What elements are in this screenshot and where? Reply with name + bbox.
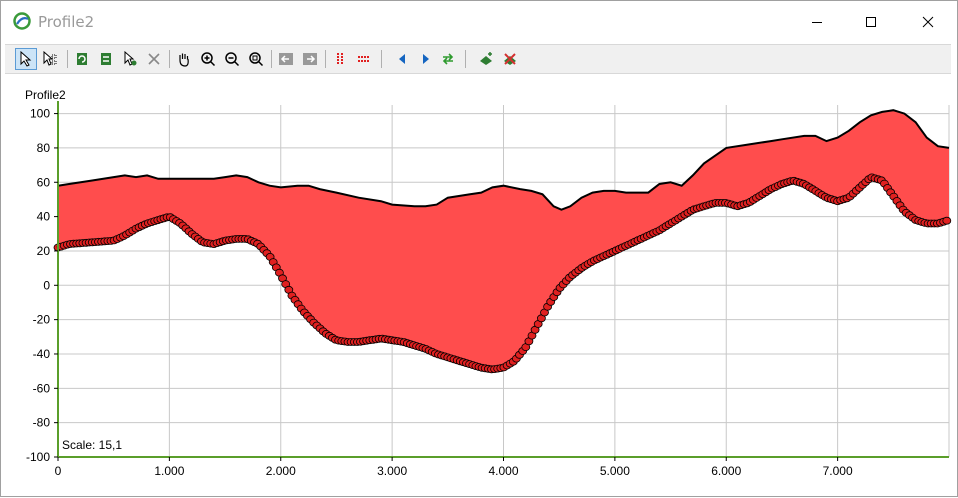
- scale-label: Scale: 15,1: [62, 438, 123, 452]
- y-tick-label: 80: [37, 141, 51, 155]
- profile-window: Profile2 Profile2 0 1.000 2.000 3.000 4.…: [0, 0, 958, 497]
- y-tick-label: 60: [37, 175, 51, 189]
- y-tick-label: 20: [37, 244, 51, 258]
- y-tick-label: 40: [37, 210, 51, 224]
- y-tick-label: -40: [33, 347, 51, 361]
- x-tick-label: 0: [55, 464, 62, 478]
- x-tick-label: 6.000: [711, 464, 741, 478]
- x-tick-label: 3.000: [377, 464, 407, 478]
- y-axis-ticks: -100 -80 -60 -40 -20 0 20 40 60 80 100: [26, 107, 58, 464]
- x-tick-label: 5.000: [600, 464, 630, 478]
- profile-chart[interactable]: 0 1.000 2.000 3.000 4.000 5.000 6.000 7.000 -10…: [1, 1, 958, 498]
- y-tick-label: -80: [33, 416, 51, 430]
- x-tick-label: 7.000: [823, 464, 853, 478]
- y-tick-label: -20: [33, 313, 51, 327]
- y-tick-label: 100: [30, 107, 50, 121]
- x-tick-label: 2.000: [266, 464, 296, 478]
- y-tick-label: 0: [43, 278, 50, 292]
- y-tick-label: -100: [26, 450, 50, 464]
- y-tick-label: -60: [33, 381, 51, 395]
- lower-profile-point: [942, 216, 952, 225]
- x-tick-label: 1.000: [154, 464, 184, 478]
- x-tick-label: 4.000: [488, 464, 518, 478]
- x-axis-ticks: 0 1.000 2.000 3.000 4.000 5.000 6.000 7.000: [55, 457, 853, 478]
